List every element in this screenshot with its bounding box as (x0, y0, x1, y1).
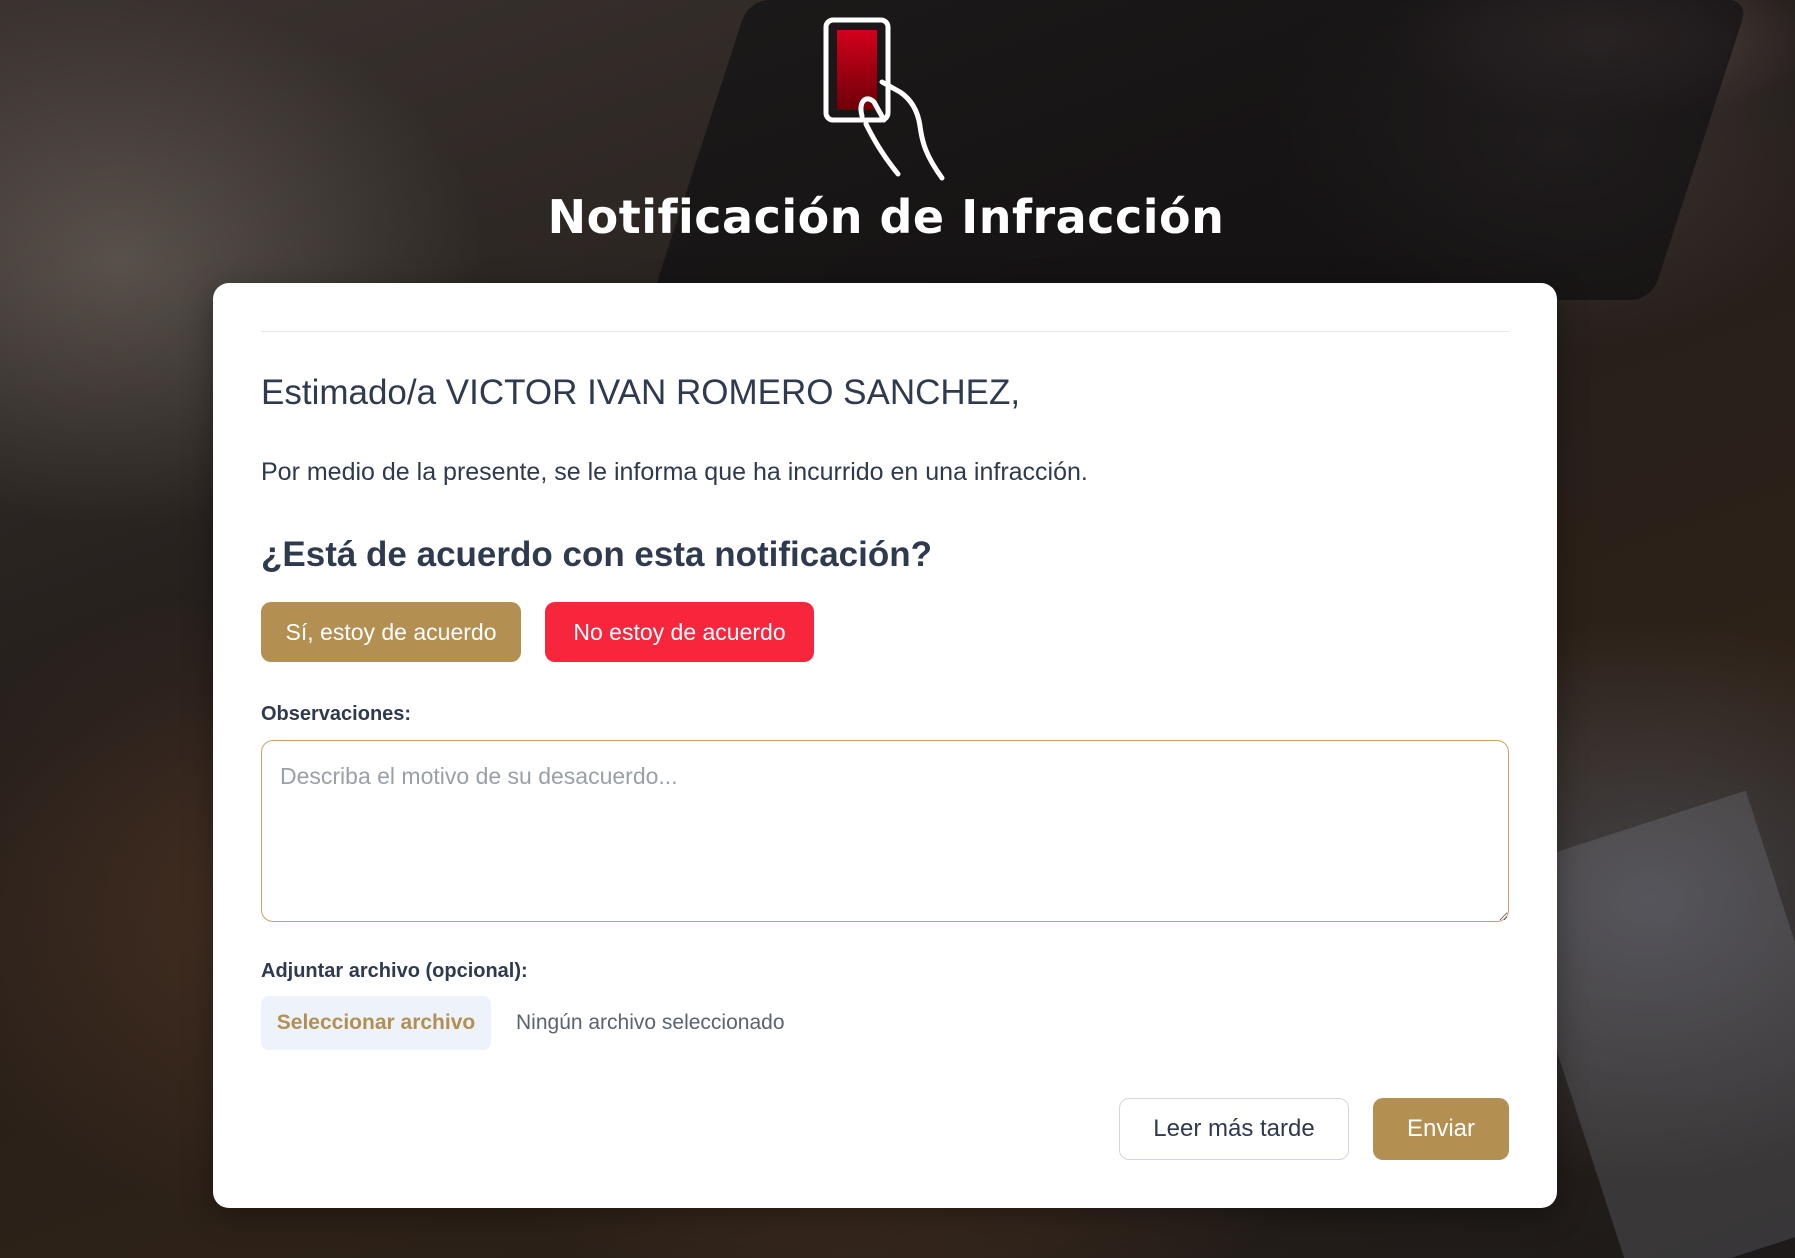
disagree-button[interactable]: No estoy de acuerdo (545, 602, 814, 662)
read-later-button[interactable]: Leer más tarde (1119, 1098, 1349, 1160)
background-keyboard (651, 0, 1749, 300)
agreement-question: ¿Está de acuerdo con esta notificación? (261, 535, 932, 574)
red-card-hand-icon (823, 17, 945, 181)
attachment-label: Adjuntar archivo (opcional): (261, 960, 528, 982)
file-status: Ningún archivo seleccionado (516, 1011, 785, 1034)
send-button[interactable]: Enviar (1373, 1098, 1509, 1160)
observations-label: Observaciones: (261, 703, 412, 725)
observations-textarea[interactable] (261, 740, 1509, 922)
select-file-button[interactable]: Seleccionar archivo (261, 996, 491, 1050)
intro-text: Por medio de la presente, se le informa … (261, 458, 1088, 486)
notification-card: Estimado/a VICTOR IVAN ROMERO SANCHEZ, P… (213, 283, 1557, 1208)
page-title: Notificación de Infracción (547, 190, 1225, 244)
divider (261, 331, 1509, 332)
greeting: Estimado/a VICTOR IVAN ROMERO SANCHEZ, (261, 373, 1021, 412)
agree-button[interactable]: Sí, estoy de acuerdo (261, 602, 521, 662)
